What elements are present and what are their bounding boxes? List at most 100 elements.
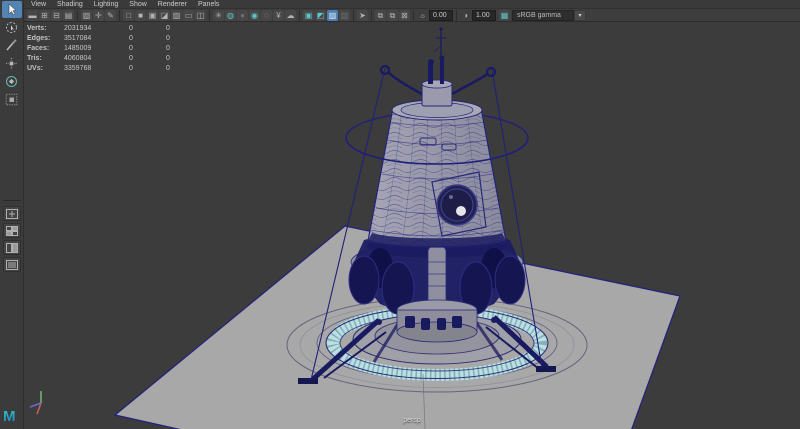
viewport-3d-scene[interactable]: [24, 22, 800, 429]
hud-stat-other: 0: [166, 54, 196, 64]
hud-stat-total: 3517084: [64, 34, 129, 44]
toolbar-divider: [413, 10, 414, 21]
image-plane-icon[interactable]: ▧: [81, 10, 92, 21]
maya-viewport-window: View Shading Lighting Show Renderer Panels ▬⊞…: [0, 0, 800, 429]
viewport-snapshot-icon[interactable]: ⊠: [399, 10, 410, 21]
copy-view-icon[interactable]: ⧉: [375, 10, 386, 21]
hud-stat-row: Edges: 3517084 0 0: [27, 34, 196, 44]
hud-stat-row: Faces: 1485009 0 0: [27, 44, 196, 54]
toolbox-divider: [3, 200, 21, 201]
panels[interactable]: Panels: [198, 0, 219, 9]
material-checker-icon[interactable]: ▨: [171, 10, 182, 21]
exposure-field[interactable]: 0.00: [429, 10, 453, 21]
select-camera-icon[interactable]: ▬: [27, 10, 38, 21]
rotate-tool-button[interactable]: [2, 73, 22, 90]
film-gate-icon[interactable]: ▭: [183, 10, 194, 21]
scale-tool-button[interactable]: [2, 91, 22, 108]
exposure-icon[interactable]: ☼: [417, 10, 428, 21]
view-transform-dropdown[interactable]: sRGB gamma ▾: [512, 10, 586, 21]
lighting[interactable]: Lighting: [94, 0, 119, 9]
motion-blur-icon[interactable]: ◌: [261, 10, 272, 21]
menu-items: View Shading Lighting Show Renderer Panels: [31, 0, 219, 9]
toolbar-divider: [456, 10, 457, 21]
contrast-icon[interactable]: ◑: [460, 10, 471, 21]
object-selection-icon[interactable]: ➤: [357, 10, 368, 21]
hud-stat-other: 0: [166, 34, 196, 44]
smooth-shade-icon[interactable]: ■: [135, 10, 146, 21]
textured-icon[interactable]: ◪: [159, 10, 170, 21]
camera-label: persp: [403, 417, 421, 424]
hud-stat-label: Edges:: [27, 34, 64, 44]
frame-all-icon[interactable]: ⊟: [51, 10, 62, 21]
rotate-circle-icon: [5, 75, 18, 88]
toolbar-divider: [77, 10, 78, 21]
list-icon: [6, 260, 18, 270]
chevron-down-icon[interactable]: ▾: [574, 10, 586, 21]
toolbar-divider: [119, 10, 120, 21]
hud-stat-label: Tris:: [27, 54, 64, 64]
hud-stat-total: 4060804: [64, 54, 129, 64]
texture-placement-icon[interactable]: ▨: [327, 10, 338, 21]
four-pane-layout-button[interactable]: [3, 223, 21, 238]
renderer[interactable]: Renderer: [158, 0, 187, 9]
shadows-icon[interactable]: ●: [237, 10, 248, 21]
plugin-shapes-icon[interactable]: ▥: [339, 10, 350, 21]
select-arrow-icon: [6, 4, 18, 16]
hud-stat-selected: 0: [129, 64, 166, 74]
select-tool-button[interactable]: [2, 1, 22, 18]
hud-stat-selected: 0: [129, 54, 166, 64]
hud-stat-label: UVs:: [27, 64, 64, 74]
pan-zoom-2d-icon[interactable]: ⊞: [39, 10, 50, 21]
paint-select-tool-button[interactable]: [2, 37, 22, 54]
brush-icon: [5, 39, 18, 52]
all-lights-icon[interactable]: ◍: [225, 10, 236, 21]
panel-toolbar: ▬⊞⊟▤ ▧✛✎ □■▣◪▨▭◫ ✳◍●◉◌¥☁ ▣◩▨▥ ➤ ⧉⧉⊠ ☼ 0.…: [24, 9, 800, 22]
shading[interactable]: Shading: [57, 0, 83, 9]
tool-box: M: [0, 0, 24, 429]
view-transform-value[interactable]: sRGB gamma: [512, 10, 574, 21]
contrast-field[interactable]: 1.00: [472, 10, 496, 21]
paste-view-icon[interactable]: ⧉: [387, 10, 398, 21]
ssao-icon[interactable]: ◉: [249, 10, 260, 21]
grease-pencil-icon[interactable]: ✎: [105, 10, 116, 21]
toolbar-divider: [209, 10, 210, 21]
xray-icon[interactable]: ◩: [315, 10, 326, 21]
hud-stat-label: Verts:: [27, 24, 64, 34]
hud-stat-other: 0: [166, 24, 196, 34]
color-management-icon[interactable]: ▦: [499, 10, 510, 21]
isolate-select-icon[interactable]: ▣: [303, 10, 314, 21]
lasso-tool-button[interactable]: [2, 19, 22, 36]
pivot-icon[interactable]: ✛: [93, 10, 104, 21]
perspective-viewport[interactable]: Verts: 2031934 0 0 Edges: 3517084 0 0 Fa…: [24, 22, 800, 429]
default-lighting-icon[interactable]: ✳: [213, 10, 224, 21]
hud-stat-total: 2031934: [64, 24, 129, 34]
toolbar-divider: [371, 10, 372, 21]
lasso-icon: [5, 21, 18, 34]
wireframe-icon[interactable]: □: [123, 10, 134, 21]
move-tool-button[interactable]: [2, 55, 22, 72]
resolution-gate-icon[interactable]: ◫: [195, 10, 206, 21]
hud-stat-total: 1485009: [64, 44, 129, 54]
view[interactable]: View: [31, 0, 46, 9]
bookmark-icon[interactable]: ▤: [63, 10, 74, 21]
heads-up-display-stats: Verts: 2031934 0 0 Edges: 3517084 0 0 Fa…: [27, 24, 196, 74]
view-axis-gizmo: [30, 391, 41, 414]
hud-stat-row: UVs: 3359768 0 0: [27, 64, 196, 74]
light-stand-icon[interactable]: ¥: [273, 10, 284, 21]
outliner-layout-button[interactable]: [3, 257, 21, 272]
single-pane-icon: [6, 209, 18, 219]
wireframe-on-shaded-icon[interactable]: ▣: [147, 10, 158, 21]
toolbar-divider: [299, 10, 300, 21]
show[interactable]: Show: [129, 0, 147, 9]
hud-stat-selected: 0: [129, 34, 166, 44]
scale-square-icon: [5, 93, 18, 106]
two-pane-layout-button[interactable]: [3, 240, 21, 255]
fog-icon[interactable]: ☁: [285, 10, 296, 21]
single-pane-layout-button[interactable]: [3, 206, 21, 221]
move-cross-icon: [5, 57, 18, 70]
hud-stat-row: Verts: 2031934 0 0: [27, 24, 196, 34]
top-assembly[interactable]: [381, 27, 495, 106]
capsule-body[interactable]: [368, 100, 506, 247]
hud-stat-other: 0: [166, 44, 196, 54]
hud-stat-row: Tris: 4060804 0 0: [27, 54, 196, 64]
